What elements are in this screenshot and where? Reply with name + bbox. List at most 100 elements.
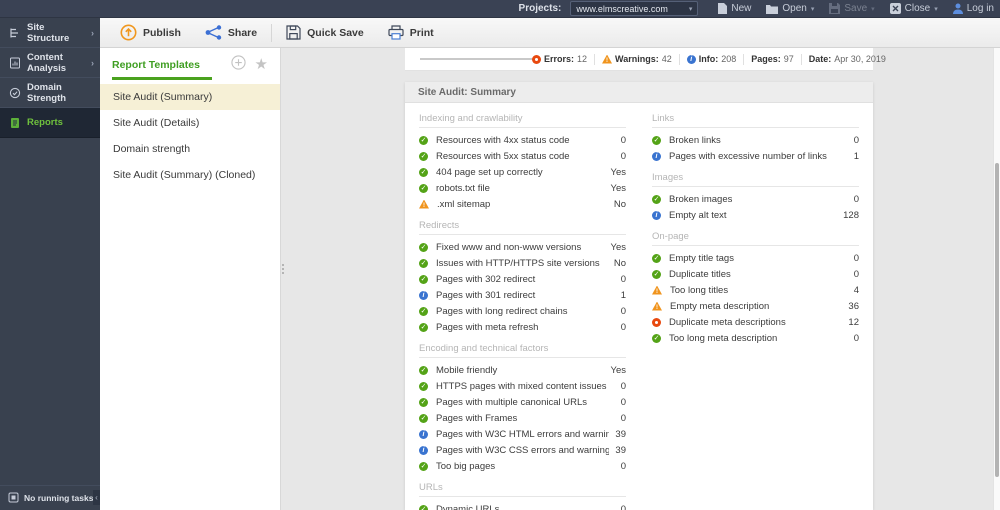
chevron-down-icon[interactable]: ▾ (871, 5, 875, 13)
section-title-urls: URLs (419, 474, 626, 497)
template-item-domain-strength[interactable]: Domain strength (100, 136, 280, 162)
share-button[interactable]: Share (193, 18, 269, 47)
login-user-icon (953, 3, 963, 14)
audit-row-empty-meta-description: !Empty meta description36 (652, 298, 859, 314)
audit-factor-value: 0 (621, 135, 626, 146)
audit-row-duplicate-titles: ✓Duplicate titles0 (652, 266, 859, 282)
ok-icon: ✓ (652, 270, 661, 279)
audit-factor-label: Duplicate meta descriptions (669, 317, 842, 328)
warning-icon: ! (652, 302, 662, 311)
info-icon: i (687, 55, 696, 64)
section-title-on-page: On-page (652, 223, 859, 246)
audit-row-pages-with-301-redirect: iPages with 301 redirect1 (419, 287, 626, 303)
ok-icon: ✓ (652, 334, 661, 343)
sidebar-item-label: Content Analysis (27, 52, 85, 74)
chevron-down-icon: ▾ (689, 5, 693, 13)
report-preview-area: Errors:12!Warnings:42iInfo:208Pages:97Da… (281, 48, 1000, 510)
print-button[interactable]: Print (376, 18, 446, 47)
topbar-button-close[interactable]: Close▾ (890, 3, 938, 14)
ok-icon: ✓ (419, 398, 428, 407)
error-icon (532, 55, 541, 64)
audit-factor-value: 0 (621, 306, 626, 317)
audit-factor-label: Empty alt text (669, 210, 837, 221)
stat-value: 208 (721, 54, 736, 64)
audit-row-pages-with-w3c-html-errors-and-warnings: iPages with W3C HTML errors and warnings… (419, 426, 626, 442)
audit-factor-label: Duplicate titles (669, 269, 848, 280)
sidebar-item-domain-strength[interactable]: Domain Strength (0, 78, 100, 108)
audit-factor-label: Too long meta description (669, 333, 848, 344)
chevron-right-icon: › (91, 58, 94, 68)
tasks-icon (8, 492, 19, 505)
scrollbar-thumb[interactable] (995, 163, 999, 477)
topbar-button-save[interactable]: Save▾ (829, 3, 874, 14)
audit-factor-label: Pages with excessive number of links (669, 151, 848, 162)
audit-factor-value: Yes (611, 365, 627, 376)
audit-factor-value: 0 (621, 504, 626, 510)
share-icon (205, 25, 222, 40)
quick-save-icon (286, 25, 301, 40)
stat-separator (594, 54, 595, 65)
stat-value: 12 (577, 54, 587, 64)
chevron-down-icon[interactable]: ▾ (811, 5, 815, 13)
audit-row-robots-txt-file: ✓robots.txt fileYes (419, 180, 626, 196)
audit-factor-value: Yes (611, 183, 627, 194)
new-document-icon (718, 3, 727, 14)
chevron-right-icon: › (91, 28, 94, 38)
report-column-right: Links✓Broken links0iPages with excessive… (652, 105, 859, 510)
template-item-site-audit-summary[interactable]: Site Audit (Summary) (100, 84, 280, 110)
close-icon (890, 3, 901, 14)
stat-label: Date: (809, 54, 832, 64)
add-template-icon[interactable] (231, 55, 246, 75)
stat-pages: Pages:97 (751, 54, 794, 64)
sidebar-item-site-structure[interactable]: Site Structure› (0, 18, 100, 48)
ok-icon: ✓ (419, 184, 428, 193)
favorite-star-icon[interactable]: ★ (255, 57, 268, 72)
domain-strength-icon (9, 87, 21, 99)
ok-icon: ✓ (652, 136, 661, 145)
audit-row-pages-with-long-redirect-chains: ✓Pages with long redirect chains0 (419, 303, 626, 319)
sidebar-item-reports[interactable]: Reports (0, 108, 100, 138)
sidebar-collapse-handle[interactable]: ‹ (93, 490, 100, 505)
report-logo-placeholder (420, 58, 532, 60)
audit-factor-label: HTTPS pages with mixed content issues (436, 381, 615, 392)
publish-button[interactable]: Publish (108, 18, 193, 47)
audit-factor-label: Pages with 301 redirect (436, 290, 615, 301)
audit-row-mobile-friendly: ✓Mobile friendlyYes (419, 362, 626, 378)
section-title-images: Images (652, 164, 859, 187)
publish-label: Publish (143, 27, 181, 39)
projects-selector: Projects: www.elmscreative.com ▾ (519, 1, 699, 16)
template-actions: ★ (231, 55, 268, 75)
audit-factor-value: Yes (611, 167, 627, 178)
topbar-button-open[interactable]: Open▾ (766, 3, 814, 14)
active-tab-underline (112, 77, 212, 80)
audit-factor-value: 39 (615, 429, 626, 440)
quick-save-button[interactable]: Quick Save (274, 18, 376, 47)
topbar-button-log-in[interactable]: Log in (953, 3, 994, 14)
audit-factor-value: 0 (854, 253, 859, 264)
vertical-scrollbar[interactable] (993, 48, 1000, 510)
audit-row-too-long-titles: !Too long titles4 (652, 282, 859, 298)
panel-resize-handle[interactable] (282, 264, 284, 274)
template-item-site-audit-details[interactable]: Site Audit (Details) (100, 110, 280, 136)
template-item-site-audit-summary-cloned[interactable]: Site Audit (Summary) (Cloned) (100, 162, 280, 188)
audit-factor-value: 1 (621, 290, 626, 301)
audit-factor-label: Pages with meta refresh (436, 322, 615, 333)
sidebar-item-content-analysis[interactable]: Content Analysis › (0, 48, 100, 78)
audit-factor-label: Too big pages (436, 461, 615, 472)
audit-row-empty-alt-text: iEmpty alt text128 (652, 207, 859, 223)
stat-date: Date:Apr 30, 2019 (809, 54, 886, 64)
section-title-encoding-and-technical-factors: Encoding and technical factors (419, 335, 626, 358)
audit-row-resources-with-4xx-status-code: ✓Resources with 4xx status code0 (419, 132, 626, 148)
audit-row-broken-links: ✓Broken links0 (652, 132, 859, 148)
topbar-button-label: Log in (967, 3, 994, 14)
project-select[interactable]: www.elmscreative.com ▾ (570, 1, 698, 16)
audit-factor-label: Pages with multiple canonical URLs (436, 397, 615, 408)
warning-icon: ! (419, 200, 429, 209)
stat-separator (743, 54, 744, 65)
audit-factor-value: 0 (854, 333, 859, 344)
audit-factor-label: Pages with Frames (436, 413, 615, 424)
app-window: Projects: www.elmscreative.com ▾ New Open… (0, 0, 1000, 510)
topbar-button-new[interactable]: New (718, 3, 751, 14)
template-list: Site Audit (Summary)Site Audit (Details)… (100, 81, 280, 188)
chevron-down-icon[interactable]: ▾ (934, 5, 938, 13)
